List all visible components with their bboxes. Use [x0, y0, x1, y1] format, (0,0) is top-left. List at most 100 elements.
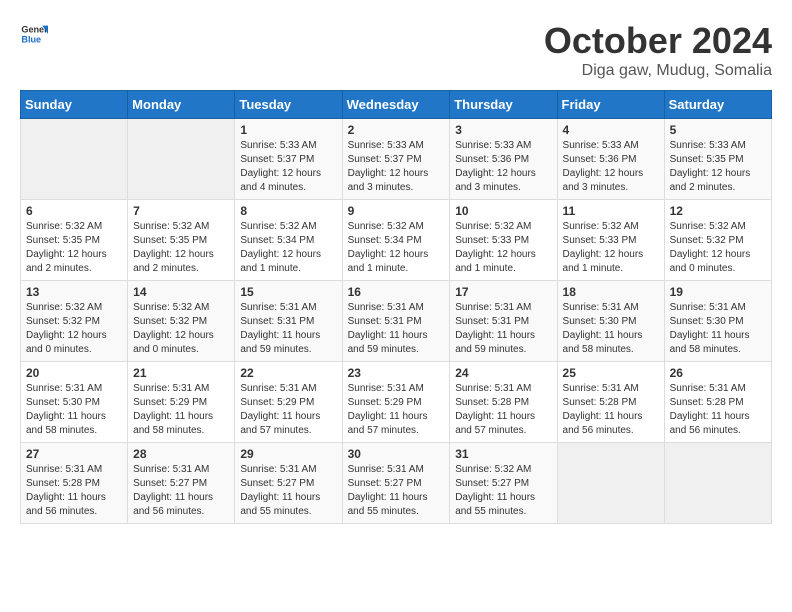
day-info: Sunrise: 5:33 AM Sunset: 5:35 PM Dayligh…	[670, 139, 766, 195]
calendar-cell: 17 Sunrise: 5:31 AM Sunset: 5:31 PM Dayli…	[450, 281, 557, 362]
day-number: 19	[670, 285, 766, 299]
day-number: 8	[240, 204, 336, 218]
day-info: Sunrise: 5:32 AM Sunset: 5:34 PM Dayligh…	[348, 220, 445, 276]
day-info: Sunrise: 5:31 AM Sunset: 5:28 PM Dayligh…	[26, 463, 122, 519]
weekday-header-thursday: Thursday	[450, 91, 557, 119]
calendar-cell: 14 Sunrise: 5:32 AM Sunset: 5:32 PM Dayli…	[128, 281, 235, 362]
day-number: 13	[26, 285, 122, 299]
week-row-4: 20Sunrise: 5:31 AM Sunset: 5:30 PM Dayli…	[21, 362, 772, 443]
calendar-cell: 31 Sunrise: 5:32 AM Sunset: 5:27 PM Dayli…	[450, 443, 557, 524]
day-number: 17	[455, 285, 551, 299]
day-info: Sunrise: 5:31 AM Sunset: 5:29 PM Dayligh…	[240, 382, 336, 438]
weekday-header-friday: Friday	[557, 91, 664, 119]
day-info: Sunrise: 5:33 AM Sunset: 5:36 PM Dayligh…	[563, 139, 659, 195]
day-info: Sunrise: 5:31 AM Sunset: 5:27 PM Dayligh…	[240, 463, 336, 519]
day-info: Sunrise: 5:32 AM Sunset: 5:32 PM Dayligh…	[133, 301, 229, 357]
calendar-cell	[21, 119, 128, 200]
day-info: Sunrise: 5:31 AM Sunset: 5:27 PM Dayligh…	[133, 463, 229, 519]
weekday-header-sunday: Sunday	[21, 91, 128, 119]
day-number: 2	[348, 123, 445, 137]
day-number: 21	[133, 366, 229, 380]
day-info: Sunrise: 5:31 AM Sunset: 5:31 PM Dayligh…	[240, 301, 336, 357]
day-info: Sunrise: 5:31 AM Sunset: 5:29 PM Dayligh…	[133, 382, 229, 438]
calendar-cell: 3 Sunrise: 5:33 AM Sunset: 5:36 PM Daylig…	[450, 119, 557, 200]
calendar-cell	[128, 119, 235, 200]
day-info: Sunrise: 5:32 AM Sunset: 5:35 PM Dayligh…	[133, 220, 229, 276]
day-info: Sunrise: 5:31 AM Sunset: 5:30 PM Dayligh…	[563, 301, 659, 357]
calendar-cell: 16 Sunrise: 5:31 AM Sunset: 5:31 PM Dayli…	[342, 281, 450, 362]
calendar-cell: 19 Sunrise: 5:31 AM Sunset: 5:30 PM Dayli…	[664, 281, 771, 362]
day-number: 10	[455, 204, 551, 218]
svg-text:Blue: Blue	[21, 34, 41, 44]
calendar-cell: 27 Sunrise: 5:31 AM Sunset: 5:28 PM Dayli…	[21, 443, 128, 524]
calendar-cell: 5 Sunrise: 5:33 AM Sunset: 5:35 PM Daylig…	[664, 119, 771, 200]
day-info: Sunrise: 5:31 AM Sunset: 5:31 PM Dayligh…	[455, 301, 551, 357]
day-info: Sunrise: 5:31 AM Sunset: 5:30 PM Dayligh…	[670, 301, 766, 357]
day-info: Sunrise: 5:32 AM Sunset: 5:27 PM Dayligh…	[455, 463, 551, 519]
day-number: 14	[133, 285, 229, 299]
header: General Blue October 2024 Diga gaw, Mudu…	[20, 20, 772, 80]
calendar-cell: 15 Sunrise: 5:31 AM Sunset: 5:31 PM Dayli…	[235, 281, 342, 362]
day-number: 31	[455, 447, 551, 461]
calendar-cell: 7 Sunrise: 5:32 AM Sunset: 5:35 PM Daylig…	[128, 200, 235, 281]
calendar-cell: 21 Sunrise: 5:31 AM Sunset: 5:29 PM Dayli…	[128, 362, 235, 443]
week-row-3: 13 Sunrise: 5:32 AM Sunset: 5:32 PM Dayli…	[21, 281, 772, 362]
day-info: Sunrise: 5:31 AM Sunset: 5:28 PM Dayligh…	[670, 382, 766, 438]
day-number: 7	[133, 204, 229, 218]
day-info: Sunrise: 5:31 AM Sunset: 5:27 PM Dayligh…	[348, 463, 445, 519]
day-number: 3	[455, 123, 551, 137]
calendar-cell: 6Sunrise: 5:32 AM Sunset: 5:35 PM Daylig…	[21, 200, 128, 281]
day-info: Sunrise: 5:32 AM Sunset: 5:35 PM Dayligh…	[26, 220, 122, 276]
day-info: Sunrise: 5:32 AM Sunset: 5:33 PM Dayligh…	[455, 220, 551, 276]
calendar-cell: 18 Sunrise: 5:31 AM Sunset: 5:30 PM Dayli…	[557, 281, 664, 362]
day-info: Sunrise: 5:33 AM Sunset: 5:37 PM Dayligh…	[348, 139, 445, 195]
calendar-cell: 1Sunrise: 5:33 AM Sunset: 5:37 PM Daylig…	[235, 119, 342, 200]
calendar-cell: 20Sunrise: 5:31 AM Sunset: 5:30 PM Dayli…	[21, 362, 128, 443]
title-area: October 2024 Diga gaw, Mudug, Somalia	[544, 20, 772, 80]
day-info: Sunrise: 5:32 AM Sunset: 5:33 PM Dayligh…	[563, 220, 659, 276]
day-number: 29	[240, 447, 336, 461]
calendar-cell: 12Sunrise: 5:32 AM Sunset: 5:32 PM Dayli…	[664, 200, 771, 281]
weekday-header-saturday: Saturday	[664, 91, 771, 119]
day-number: 16	[348, 285, 445, 299]
day-number: 27	[26, 447, 122, 461]
logo-icon: General Blue	[20, 20, 48, 48]
day-number: 25	[563, 366, 659, 380]
weekday-header-row: SundayMondayTuesdayWednesdayThursdayFrid…	[21, 91, 772, 119]
week-row-5: 27 Sunrise: 5:31 AM Sunset: 5:28 PM Dayli…	[21, 443, 772, 524]
calendar-cell: 25Sunrise: 5:31 AM Sunset: 5:28 PM Dayli…	[557, 362, 664, 443]
calendar-cell: 9Sunrise: 5:32 AM Sunset: 5:34 PM Daylig…	[342, 200, 450, 281]
calendar-cell: 28 Sunrise: 5:31 AM Sunset: 5:27 PM Dayli…	[128, 443, 235, 524]
logo: General Blue	[20, 20, 48, 48]
calendar-cell: 22 Sunrise: 5:31 AM Sunset: 5:29 PM Dayli…	[235, 362, 342, 443]
day-info: Sunrise: 5:33 AM Sunset: 5:36 PM Dayligh…	[455, 139, 551, 195]
calendar-cell: 26 Sunrise: 5:31 AM Sunset: 5:28 PM Dayli…	[664, 362, 771, 443]
calendar-cell: 2 Sunrise: 5:33 AM Sunset: 5:37 PM Daylig…	[342, 119, 450, 200]
day-number: 22	[240, 366, 336, 380]
day-number: 30	[348, 447, 445, 461]
week-row-1: 1 Sunrise: 5:33 AM Sunset: 5:37 PM Daylig…	[21, 119, 772, 200]
calendar-cell: 24 Sunrise: 5:31 AM Sunset: 5:28 PM Dayli…	[450, 362, 557, 443]
calendar-cell: 23Sunrise: 5:31 AM Sunset: 5:29 PM Dayli…	[342, 362, 450, 443]
day-number: 24	[455, 366, 551, 380]
weekday-header-tuesday: Tuesday	[235, 91, 342, 119]
month-title: October 2024	[544, 20, 772, 62]
calendar-cell: 13 Sunrise: 5:32 AM Sunset: 5:32 PM Dayli…	[21, 281, 128, 362]
day-number: 28	[133, 447, 229, 461]
calendar-cell: 8 Sunrise: 5:32 AM Sunset: 5:34 PM Daylig…	[235, 200, 342, 281]
day-info: Sunrise: 5:31 AM Sunset: 5:29 PM Dayligh…	[348, 382, 445, 438]
day-info: Sunrise: 5:32 AM Sunset: 5:34 PM Dayligh…	[240, 220, 336, 276]
calendar-cell: 4Sunrise: 5:33 AM Sunset: 5:36 PM Daylig…	[557, 119, 664, 200]
day-number: 15	[240, 285, 336, 299]
calendar: SundayMondayTuesdayWednesdayThursdayFrid…	[20, 90, 772, 524]
day-info: Sunrise: 5:32 AM Sunset: 5:32 PM Dayligh…	[26, 301, 122, 357]
day-info: Sunrise: 5:31 AM Sunset: 5:31 PM Dayligh…	[348, 301, 445, 357]
day-number: 26	[670, 366, 766, 380]
weekday-header-wednesday: Wednesday	[342, 91, 450, 119]
day-info: Sunrise: 5:31 AM Sunset: 5:28 PM Dayligh…	[455, 382, 551, 438]
day-number: 1	[240, 123, 336, 137]
calendar-cell	[557, 443, 664, 524]
day-number: 18	[563, 285, 659, 299]
calendar-cell	[664, 443, 771, 524]
day-number: 5	[670, 123, 766, 137]
